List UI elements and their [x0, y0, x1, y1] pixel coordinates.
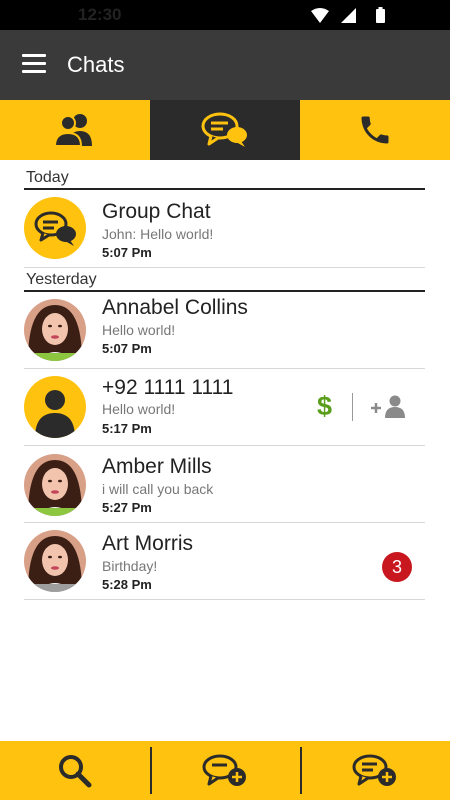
chat-list: Today Group Chat John: Hello world! 5:07… [24, 166, 425, 600]
chat-message: i will call you back [102, 481, 214, 497]
chat-name: Amber Mills [102, 455, 212, 478]
bottom-action-bar [0, 741, 450, 800]
chat-row[interactable]: Amber Mills i will call you back 5:27 Pm [24, 446, 425, 523]
app-bar: Chats [0, 30, 450, 100]
chat-row-group[interactable]: Group Chat John: Hello world! 5:07 Pm [24, 190, 425, 268]
chat-time: 5:07 Pm [102, 245, 152, 260]
chat-message: John: Hello world! [102, 226, 214, 242]
chat-time: 5:07 Pm [102, 341, 152, 356]
new-group-chat-icon [352, 754, 396, 786]
default-user-icon [24, 376, 86, 438]
new-chat-icon [202, 754, 246, 786]
status-bar: 12:30 [0, 0, 450, 30]
section-header-today: Today [24, 166, 425, 190]
chat-name: Group Chat [102, 200, 211, 223]
hamburger-menu-icon[interactable] [22, 54, 46, 74]
avatar [24, 299, 86, 361]
divider [352, 393, 353, 421]
chat-message: Hello world! [102, 401, 176, 417]
chat-bubbles-icon [201, 112, 247, 147]
chat-message: Birthday! [102, 558, 158, 574]
phone-icon [361, 116, 389, 144]
new-group-chat-button[interactable] [300, 741, 450, 800]
contacts-icon [53, 114, 92, 147]
status-time: 12:30 [78, 5, 122, 24]
chat-name: Art Morris [102, 532, 193, 555]
send-money-button[interactable]: $ [317, 391, 332, 422]
chat-time: 5:27 Pm [102, 500, 152, 515]
chat-message: Hello world! [102, 322, 176, 338]
section-header-yesterday: Yesterday [24, 268, 425, 292]
tab-chats[interactable] [150, 100, 300, 160]
add-contact-icon[interactable] [371, 394, 407, 418]
chat-row[interactable]: +92 1111 1111 Hello world! 5:17 Pm $ [24, 369, 425, 446]
tab-contacts[interactable] [0, 100, 150, 160]
chat-row[interactable]: Art Morris Birthday! 5:28 Pm 3 [24, 523, 425, 600]
group-chat-icon [24, 197, 86, 259]
search-button[interactable] [0, 741, 150, 800]
chat-name: Annabel Collins [102, 296, 248, 319]
tab-calls[interactable] [300, 100, 450, 160]
page-title: Chats [67, 52, 125, 77]
tab-bar [0, 100, 450, 160]
search-icon [59, 754, 92, 787]
chat-time: 5:17 Pm [102, 421, 152, 436]
unread-count-badge: 3 [382, 552, 412, 582]
avatar [24, 530, 86, 592]
avatar [24, 454, 86, 516]
chat-row[interactable]: Annabel Collins Hello world! 5:07 Pm [24, 292, 425, 369]
chat-name: +92 1111 1111 [102, 376, 234, 399]
new-chat-button[interactable] [150, 741, 300, 800]
chat-time: 5:28 Pm [102, 577, 152, 592]
